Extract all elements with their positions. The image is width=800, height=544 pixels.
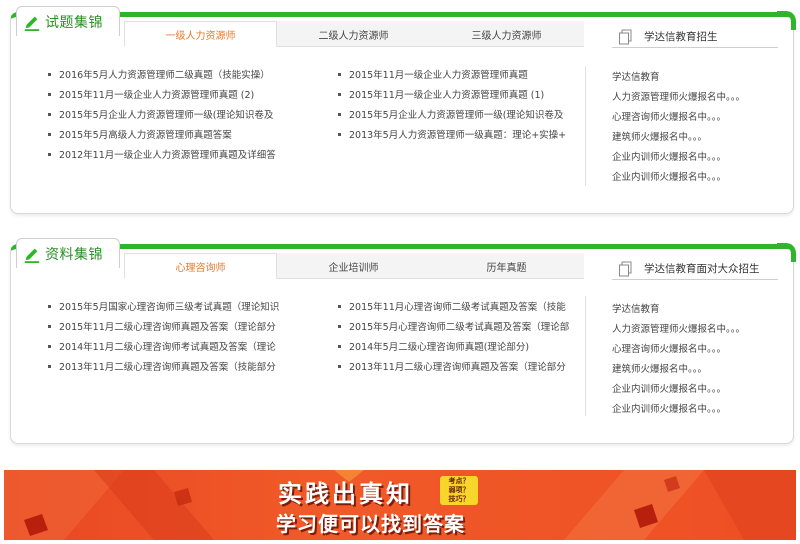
side-header: 学达信教育招生 (612, 26, 778, 48)
list-item[interactable]: 2014年11月二级心理咨询师考试真题及答案（理论 (44, 338, 314, 358)
list-item[interactable]: 2015年5月企业人力资源管理师一级(理论知识卷及 (334, 106, 574, 126)
list-item[interactable]: 2013年11月二级心理咨询师真题及答案（理论部分 (334, 358, 574, 378)
side-list: 学达信教育 人力资源管理师火爆报名中。。。 心理咨询师火爆报名中。。。 建筑师火… (612, 68, 745, 188)
article-list-left: 2015年5月国家心理咨询师三级考试真题（理论知识 2015年11月二级心理咨询… (44, 298, 314, 378)
banner-headline: 实践出真知 (278, 480, 413, 508)
pencil-icon (24, 248, 40, 263)
document-icon (619, 261, 632, 276)
side-list-item[interactable]: 建筑师火爆报名中。。。 (612, 360, 745, 380)
list-item[interactable]: 2015年11月心理咨询师二级考试真题及答案（技能 (334, 298, 574, 318)
side-list-item[interactable]: 心理咨询师火爆报名中。。。 (612, 108, 745, 128)
tab-level3-hr[interactable]: 三级人力资源师 (430, 21, 583, 47)
pencil-icon (24, 16, 40, 31)
side-list: 学达信教育 人力资源管理师火爆报名中。。。 心理咨询师火爆报名中。。。 建筑师火… (612, 300, 745, 420)
side-list-item[interactable]: 企业内训师火爆报名中。。。 (612, 148, 745, 168)
list-item[interactable]: 2015年11月二级心理咨询师真题及答案（理论部分 (44, 318, 314, 338)
document-icon (619, 29, 632, 44)
side-list-item[interactable]: 人力资源管理师火爆报名中。。。 (612, 320, 745, 340)
column-divider (585, 66, 586, 186)
list-item[interactable]: 2015年11月一级企业人力资源管理师真题 (1) (334, 86, 574, 106)
tab-level2-hr[interactable]: 二级人力资源师 (277, 21, 430, 47)
tab-corporate-trainer[interactable]: 企业培训师 (277, 253, 430, 279)
article-list-right: 2015年11月一级企业人力资源管理师真题 2015年11月一级企业人力资源管理… (334, 66, 574, 146)
tab-past-exams[interactable]: 历年真题 (430, 253, 583, 279)
side-list-item[interactable]: 心理咨询师火爆报名中。。。 (612, 340, 745, 360)
list-item[interactable]: 2015年5月国家心理咨询师三级考试真题（理论知识 (44, 298, 314, 318)
tab-level1-hr[interactable]: 一级人力资源师 (124, 21, 277, 47)
side-header: 学达信教育面对大众招生 (612, 258, 778, 280)
list-item[interactable]: 2015年11月一级企业人力资源管理师真题 (334, 66, 574, 86)
list-item[interactable]: 2015年5月心理咨询师二级考试真题及答案（理论部 (334, 318, 574, 338)
list-item[interactable]: 2015年5月高级人力资源管理师真题答案 (44, 126, 314, 146)
side-list-item[interactable]: 学达信教育 (612, 300, 745, 320)
tab-bar: 心理咨询师 企业培训师 历年真题 (124, 253, 584, 279)
banner-tags: 考点？ 弱项？ 技巧？ (440, 476, 478, 505)
panel-material-collection: 资料集锦 心理咨询师 企业培训师 历年真题 学达信教育面对大众招生 2015年5… (8, 238, 796, 444)
column-divider (585, 296, 586, 416)
side-list-item[interactable]: 人力资源管理师火爆报名中。。。 (612, 88, 745, 108)
side-title: 学达信教育招生 (644, 31, 718, 43)
list-item[interactable]: 2016年5月人力资源管理师二级真题（技能实操） (44, 66, 314, 86)
list-item[interactable]: 2015年5月企业人力资源管理师一级(理论知识卷及 (44, 106, 314, 126)
section-title: 试题集锦 (45, 14, 103, 31)
tab-psych-counselor[interactable]: 心理咨询师 (124, 253, 277, 279)
section-title-tab: 资料集锦 (16, 238, 120, 268)
tab-bar: 一级人力资源师 二级人力资源师 三级人力资源师 (124, 21, 584, 47)
side-list-item[interactable]: 学达信教育 (612, 68, 745, 88)
list-item[interactable]: 2013年11月二级心理咨询师真题及答案（技能部分 (44, 358, 314, 378)
list-item[interactable]: 2013年5月人力资源管理师一级真题：理论+实操+ (334, 126, 574, 146)
banner-tag: 考点？ (448, 477, 470, 485)
banner-tag: 技巧？ (448, 495, 470, 503)
list-item[interactable]: 2012年11月一级企业人力资源管理师真题及详细答 (44, 146, 314, 166)
section-title: 资料集锦 (45, 246, 103, 263)
panel-exam-collection: 试题集锦 一级人力资源师 二级人力资源师 三级人力资源师 学达信教育招生 201… (8, 6, 796, 214)
section-title-tab: 试题集锦 (16, 6, 120, 36)
side-title: 学达信教育面对大众招生 (644, 263, 760, 275)
list-item[interactable]: 2014年5月二级心理咨询师真题(理论部分) (334, 338, 574, 358)
side-list-item[interactable]: 企业内训师火爆报名中。。。 (612, 380, 745, 400)
article-list-right: 2015年11月心理咨询师二级考试真题及答案（技能 2015年5月心理咨询师二级… (334, 298, 574, 378)
list-item[interactable]: 2015年11月一级企业人力资源管理师真题 (2) (44, 86, 314, 106)
promo-banner[interactable]: 实践出真知 考点？ 弱项？ 技巧？ 学习便可以找到答案 (4, 470, 796, 540)
banner-subline: 学习便可以找到答案 (276, 512, 465, 536)
side-list-item[interactable]: 建筑师火爆报名中。。。 (612, 128, 745, 148)
side-list-item[interactable]: 企业内训师火爆报名中。。。 (612, 168, 745, 188)
side-list-item[interactable]: 企业内训师火爆报名中。。。 (612, 400, 745, 420)
article-list-left: 2016年5月人力资源管理师二级真题（技能实操） 2015年11月一级企业人力资… (44, 66, 314, 166)
banner-tag: 弱项？ (448, 486, 470, 494)
